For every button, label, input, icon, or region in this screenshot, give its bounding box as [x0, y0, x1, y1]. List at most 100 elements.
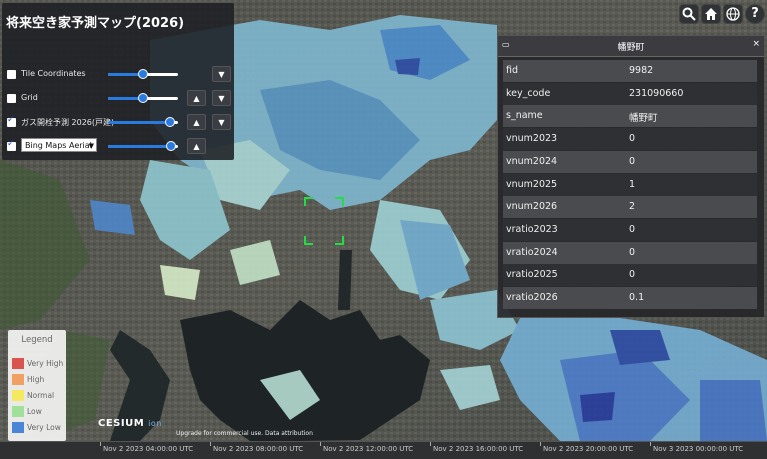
timeline-tick [650, 442, 651, 446]
move-up-button[interactable]: ▲ [187, 90, 206, 106]
base-layer-select-value: Bing Maps Aerial [25, 141, 92, 150]
info-value: 1 [629, 178, 636, 190]
info-row: key_code 231090660 [503, 82, 757, 105]
layer-label: ガス開栓予測 2026(戸建) [21, 118, 115, 127]
move-up-button[interactable]: ▲ [187, 138, 206, 154]
cesium-ion-text: ion [148, 419, 162, 428]
legend-label: Normal [27, 391, 55, 400]
layer-panel: 将来空き家予測マップ(2026) Tile Coordinates ▼ Grid… [2, 3, 234, 160]
info-value: 0 [629, 133, 636, 145]
timeline-label: Nov 2 2023 16:00:00 UTC [433, 445, 524, 453]
globe-button[interactable] [723, 4, 743, 24]
timeline[interactable]: Nov 2 2023 04:00:00 UTC Nov 2 2023 08:00:… [0, 441, 767, 459]
home-button[interactable] [701, 4, 721, 24]
legend-swatch [12, 358, 24, 369]
layer-row-bing-maps: Bing Maps Aerial ▼ ▲ [7, 138, 232, 156]
legend-swatch [12, 374, 24, 385]
move-down-button[interactable]: ▼ [212, 66, 231, 82]
bing-maps-checkbox[interactable] [7, 139, 16, 151]
legend-item: Very Low [12, 420, 66, 434]
help-button[interactable]: ? [745, 4, 765, 24]
info-key: vratio2023 [506, 223, 558, 235]
legend-title: Legend [21, 335, 53, 345]
grid-checkbox[interactable] [7, 94, 16, 103]
info-row: vnum2026 2 [503, 196, 757, 219]
close-button[interactable]: × [752, 39, 760, 49]
layer-row-gas-forecast: ガス開栓予測 2026(戸建) ▲ ▼ [7, 114, 232, 132]
timeline-label: Nov 3 2023 00:00:00 UTC [653, 445, 744, 453]
legend-item: Very High [12, 356, 66, 370]
info-value: 0 [629, 269, 636, 281]
tile-coordinates-checkbox[interactable] [7, 70, 16, 79]
legend-label: Very High [27, 359, 64, 368]
base-layer-select[interactable]: Bing Maps Aerial ▼ [21, 138, 97, 152]
legend-swatch [12, 390, 24, 401]
info-table: fid 9982 key_code 231090660 s_name 幡野町 vnum202… [503, 60, 757, 310]
water-channel [338, 250, 352, 310]
globe-icon [726, 7, 740, 25]
legend: Legend Very High High Normal Low Very Low [8, 330, 66, 441]
grid-opacity-slider[interactable] [108, 93, 178, 103]
info-row: vnum2025 1 [503, 173, 757, 196]
legend-item: Low [12, 404, 66, 418]
move-down-button[interactable]: ▼ [212, 90, 231, 106]
search-icon [682, 7, 696, 25]
help-icon: ? [751, 6, 759, 21]
legend-label: High [27, 375, 45, 384]
gas-forecast-opacity-slider[interactable] [108, 117, 178, 127]
info-value: 0 [629, 223, 636, 235]
info-box: ▭ 幡野町 × fid 9982 key_code 231090660 s_name 幡野… [497, 35, 765, 318]
info-key: fid [506, 65, 519, 76]
info-title-bar: ▭ 幡野町 × [498, 36, 764, 57]
timeline-label: Nov 2 2023 08:00:00 UTC [213, 445, 304, 453]
info-key: vnum2023 [506, 133, 558, 145]
chevron-down-icon: ▼ [88, 142, 94, 150]
info-key: vratio2026 [506, 292, 558, 303]
info-row: vratio2025 0 [503, 264, 757, 287]
timeline-label: Nov 2 2023 04:00:00 UTC [103, 445, 194, 453]
info-key: vratio2025 [506, 269, 558, 281]
info-key: vratio2024 [506, 246, 558, 258]
info-value: 2 [629, 201, 636, 213]
info-row: fid 9982 [503, 60, 757, 82]
info-value: 幡野町 [629, 113, 658, 125]
layer-label: Tile Coordinates [21, 69, 86, 78]
cesium-logo[interactable]: CESIUM ion [98, 418, 162, 429]
legend-label: Very Low [27, 423, 61, 432]
info-row: vratio2026 0.1 [503, 287, 757, 309]
layer-row-tile-coordinates: Tile Coordinates ▼ [7, 66, 232, 84]
timeline-label: Nov 2 2023 20:00:00 UTC [543, 445, 634, 453]
timeline-tick [430, 442, 431, 446]
map-title: 将来空き家予測マップ(2026) [6, 16, 185, 31]
info-row: vratio2023 0 [503, 218, 757, 241]
info-key: vnum2026 [506, 201, 558, 213]
info-value: 0 [629, 155, 636, 167]
timeline-tick [210, 442, 211, 446]
timeline-tick [540, 442, 541, 446]
info-key: key_code [506, 87, 551, 99]
info-row: vnum2023 0 [503, 128, 757, 151]
legend-swatch [12, 422, 24, 433]
search-button[interactable] [679, 4, 699, 24]
credits[interactable]: Upgrade for commercial use. Data attribu… [176, 430, 313, 437]
move-down-button[interactable]: ▼ [212, 114, 231, 130]
info-key: vnum2025 [506, 178, 558, 190]
layer-row-grid: Grid ▲ ▼ [7, 90, 232, 108]
timeline-tick [320, 442, 321, 446]
info-value: 231090660 [629, 87, 684, 99]
legend-item: High [12, 372, 66, 386]
move-up-button[interactable]: ▲ [187, 114, 206, 130]
bing-maps-opacity-slider[interactable] [108, 141, 178, 151]
info-row: vnum2024 0 [503, 150, 757, 173]
legend-label: Low [27, 407, 42, 416]
gas-forecast-checkbox[interactable] [7, 115, 16, 127]
map-viewer[interactable]: 将来空き家予測マップ(2026) Tile Coordinates ▼ Grid… [0, 0, 767, 459]
home-icon [704, 8, 718, 25]
timeline-label: Nov 2 2023 12:00:00 UTC [323, 445, 414, 453]
cesium-logo-text: CESIUM [98, 418, 145, 429]
info-key: s_name [506, 110, 543, 122]
info-value: 9982 [629, 65, 654, 76]
timeline-tick [100, 442, 101, 446]
tile-coordinates-opacity-slider[interactable] [108, 69, 178, 79]
legend-item: Normal [12, 388, 66, 402]
